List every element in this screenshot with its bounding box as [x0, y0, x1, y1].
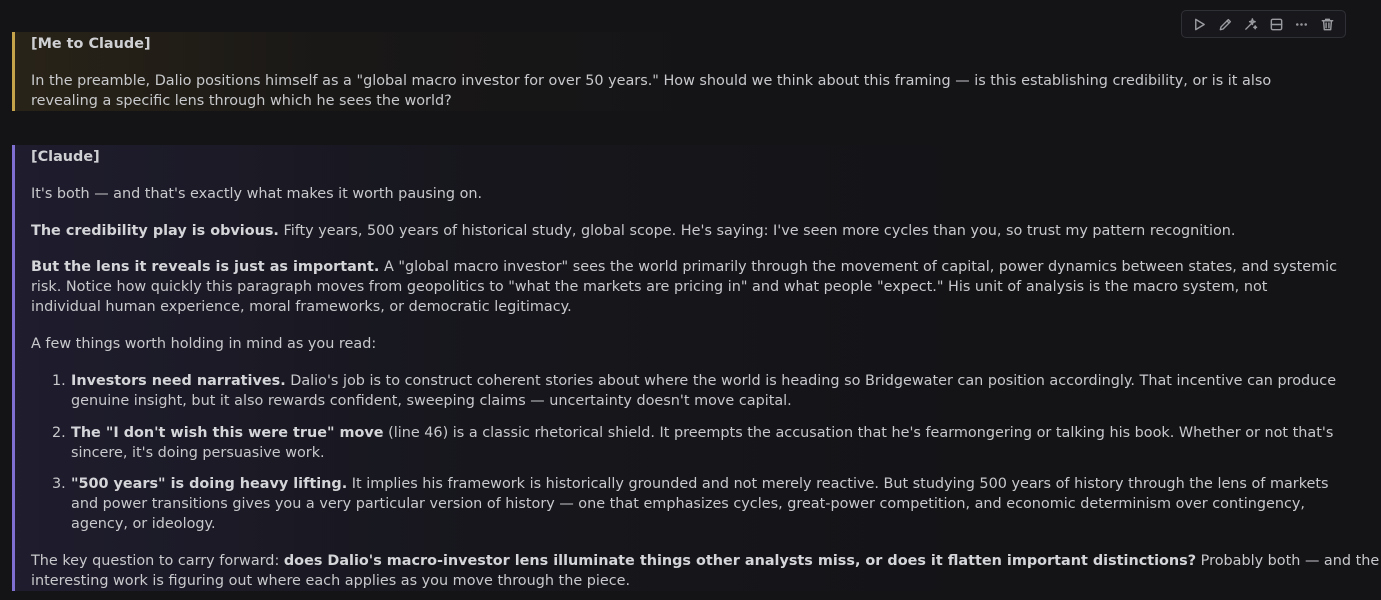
- paragraph-bold-lead: But the lens it reveals is just as impor…: [31, 259, 380, 275]
- list-item-number: 1.: [52, 373, 66, 389]
- list-item-line: and power transitions gives you a very p…: [71, 496, 1305, 512]
- notebook-page: [Me to Claude] In the preamble, Dalio po…: [0, 0, 1381, 600]
- assistant-message-heading: [Claude]: [31, 149, 100, 165]
- paragraph-lens-line: But the lens it reveals is just as impor…: [31, 257, 1337, 277]
- split-icon: [1270, 18, 1283, 30]
- more-icon: [1296, 22, 1308, 26]
- play-icon: [1195, 18, 1206, 30]
- ai-assist-button[interactable]: [1240, 13, 1262, 35]
- delete-cell-button[interactable]: [1316, 13, 1338, 35]
- user-message-heading: [Me to Claude]: [31, 36, 151, 52]
- assistant-message-block[interactable]: [Claude] It's both — and that's exactly …: [12, 145, 1381, 591]
- list-item-number: 2.: [52, 425, 66, 441]
- paragraph-text: Fifty years, 500 years of historical stu…: [278, 223, 1236, 239]
- pencil-icon: [1219, 18, 1231, 30]
- trash-icon: [1321, 18, 1334, 30]
- list-item-line: Investors need narratives. Dalio's job i…: [71, 371, 1336, 391]
- split-cell-button[interactable]: [1265, 13, 1287, 35]
- user-message-line: In the preamble, Dalio positions himself…: [31, 73, 1272, 89]
- list-item-number: 3.: [52, 476, 66, 492]
- closing-text: Probably both — and the: [1196, 553, 1380, 569]
- closing-text: The key question to carry forward:: [31, 553, 284, 569]
- sparkles-icon: [1245, 17, 1258, 30]
- list-item-bold-lead: Investors need narratives.: [71, 373, 286, 389]
- cell-toolbar: [1181, 10, 1346, 38]
- paragraph-text: A "global macro investor" sees the world…: [379, 259, 1338, 275]
- list-item-text: (line 46) is a classic rhetorical shield…: [383, 425, 1334, 441]
- list-item-line: genuine insight, but it also rewards con…: [71, 393, 792, 409]
- list-item-text: It implies his framework is historically…: [347, 476, 1329, 492]
- list-item-text: Dalio's job is to construct coherent sto…: [285, 373, 1337, 389]
- paragraph-lens-line: risk. Notice how quickly this paragraph …: [31, 279, 1268, 295]
- list-item-line: sincere, it's doing persuasive work.: [71, 445, 325, 461]
- list-item-line: The "I don't wish this were true" move (…: [71, 423, 1333, 443]
- list-item-line: "500 years" is doing heavy lifting. It i…: [71, 474, 1329, 494]
- user-message-line: revealing a specific lens through which …: [31, 93, 452, 109]
- run-button[interactable]: [1189, 13, 1211, 35]
- paragraph-intro-list: A few things worth holding in mind as yo…: [31, 336, 377, 352]
- list-item-bold-lead: The "I don't wish this were true" move: [71, 425, 384, 441]
- more-options-button[interactable]: [1291, 13, 1313, 35]
- closing-paragraph-line: The key question to carry forward: does …: [31, 551, 1379, 571]
- paragraph-bold-lead: The credibility play is obvious.: [31, 223, 279, 239]
- list-item-bold-lead: "500 years" is doing heavy lifting.: [71, 476, 348, 492]
- list-item-line: agency, or ideology.: [71, 516, 216, 532]
- closing-paragraph-line: interesting work is figuring out where e…: [31, 573, 631, 589]
- paragraph-credibility: The credibility play is obvious. Fifty y…: [31, 221, 1235, 241]
- user-message-block[interactable]: [Me to Claude] In the preamble, Dalio po…: [12, 32, 1271, 111]
- edit-button[interactable]: [1214, 13, 1236, 35]
- paragraph-lens-line: individual human experience, moral frame…: [31, 299, 572, 315]
- closing-bold-question: does Dalio's macro-investor lens illumin…: [283, 553, 1197, 569]
- assistant-intro: It's both — and that's exactly what make…: [31, 186, 483, 202]
